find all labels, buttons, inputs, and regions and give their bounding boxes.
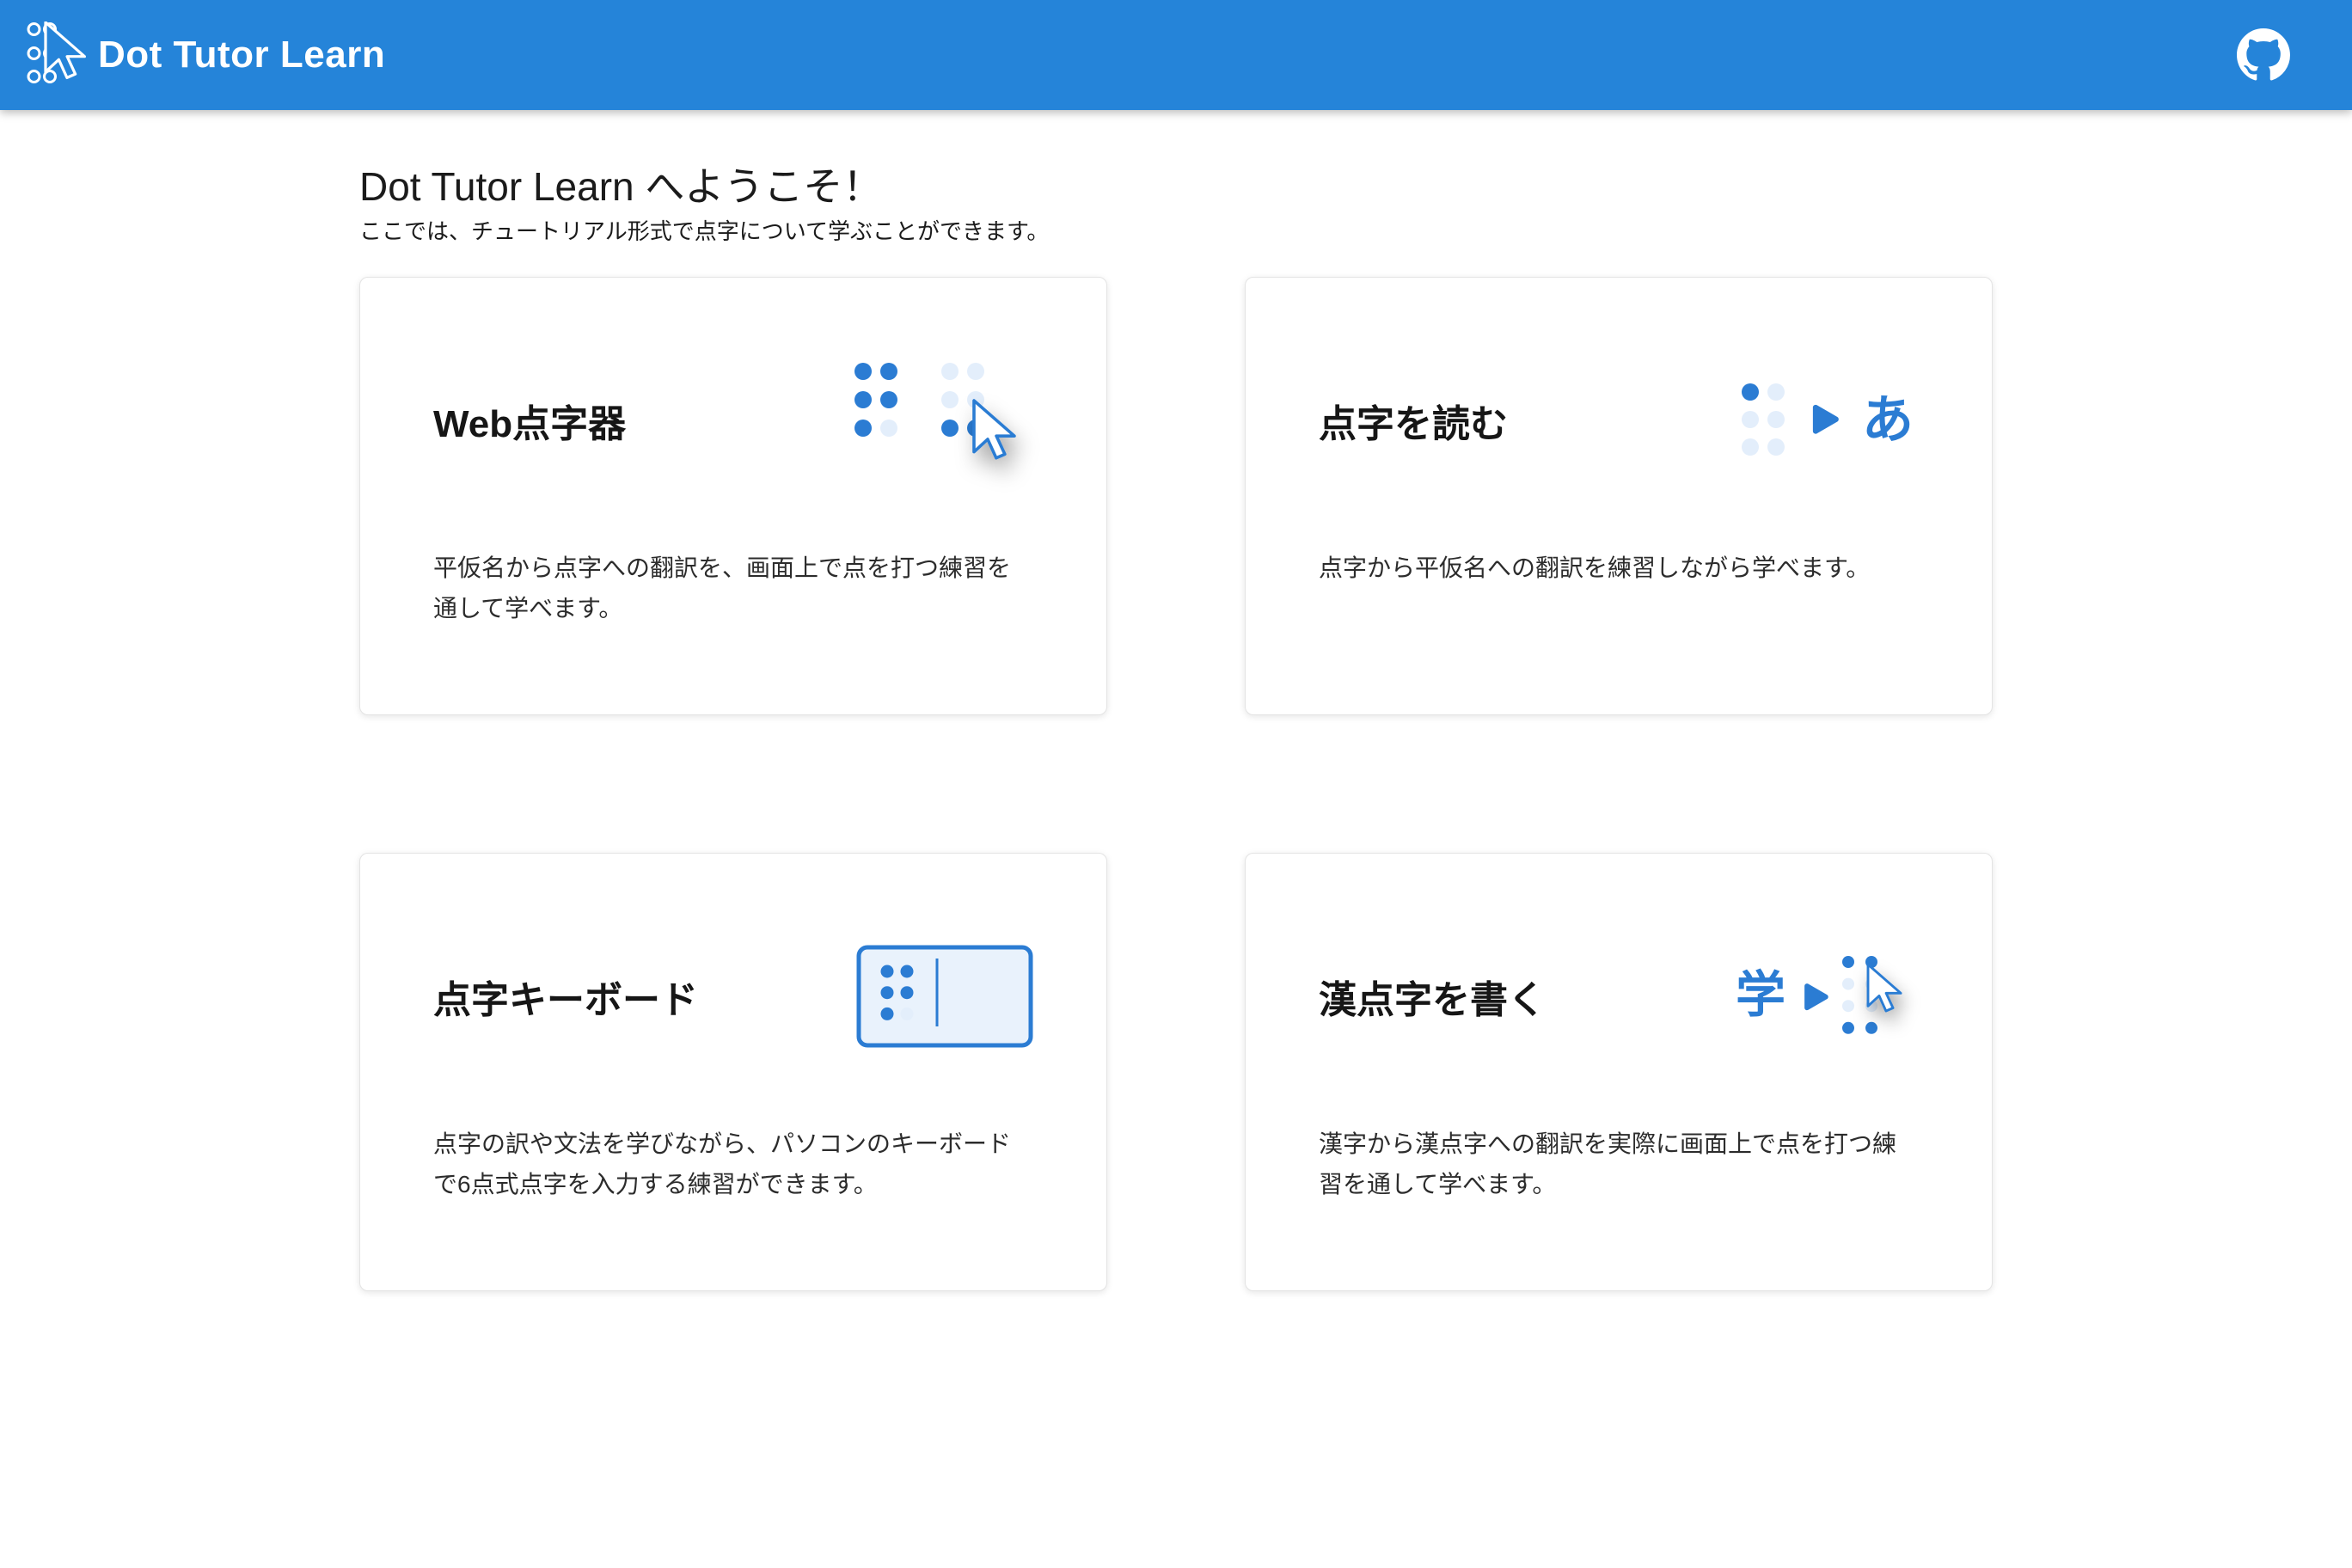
card-description: 平仮名から点字への翻訳を、画面上で点を打つ練習を通して学べます。 (433, 548, 1033, 628)
github-link[interactable] (2237, 28, 2290, 82)
braille-write-cursor-icon (853, 360, 1033, 481)
card-title: 漢点字を書く (1319, 969, 1546, 1024)
card-web-braille-writer[interactable]: Web点字器 平仮名から点字への翻訳を、画面上で点を打つ練習を通して学べます。 (359, 277, 1107, 715)
main-content: Dot Tutor Learn へようこそ！ ここでは、チュートリアル形式で点字… (359, 110, 1993, 1291)
card-description: 漢字から漢点字への翻訳を実際に画面上で点を打つ練習を通して学べます。 (1319, 1124, 1919, 1204)
app-title: Dot Tutor Learn (98, 34, 385, 77)
card-title: Web点字器 (433, 393, 626, 448)
braille-read-icon: あ (1740, 381, 1919, 460)
svg-text:学: 学 (1736, 967, 1785, 1023)
page-subtitle: ここでは、チュートリアル形式で点字について学ぶことができます。 (359, 217, 1993, 246)
card-description: 点字から平仮名への翻訳を練習しながら学べます。 (1319, 548, 1919, 588)
github-icon (2237, 28, 2290, 82)
card-title: 点字を読む (1319, 393, 1508, 448)
braille-keyboard-icon (856, 945, 1033, 1048)
svg-text:あ: あ (1862, 391, 1914, 449)
card-grid: Web点字器 平仮名から点字への翻訳を、画面上で点を打つ練習を通して学べます。 … (359, 277, 1993, 1291)
app-logo-icon (26, 21, 86, 89)
card-description: 点字の訳や文法を学びながら、パソコンのキーボードで6点式点字を入力する練習ができ… (433, 1124, 1033, 1204)
card-braille-keyboard[interactable]: 点字キーボード 点字の訳や文法を学びながら、パソコンのキーボードで6点式点字を入… (359, 853, 1107, 1291)
app-header: Dot Tutor Learn (0, 0, 2352, 110)
card-write-kantenji[interactable]: 漢点字を書く 学 漢字から漢点字への翻訳を実際に画面上で点を打つ練習を通して学べ… (1245, 853, 1993, 1291)
kantenji-write-cursor-icon: 学 (1736, 952, 1919, 1042)
page-title: Dot Tutor Learn へようこそ！ (359, 162, 1993, 211)
card-title: 点字キーボード (433, 969, 698, 1024)
card-read-braille[interactable]: 点字を読む あ 点字から平仮名への翻訳を練習しながら学べます。 (1245, 277, 1993, 715)
